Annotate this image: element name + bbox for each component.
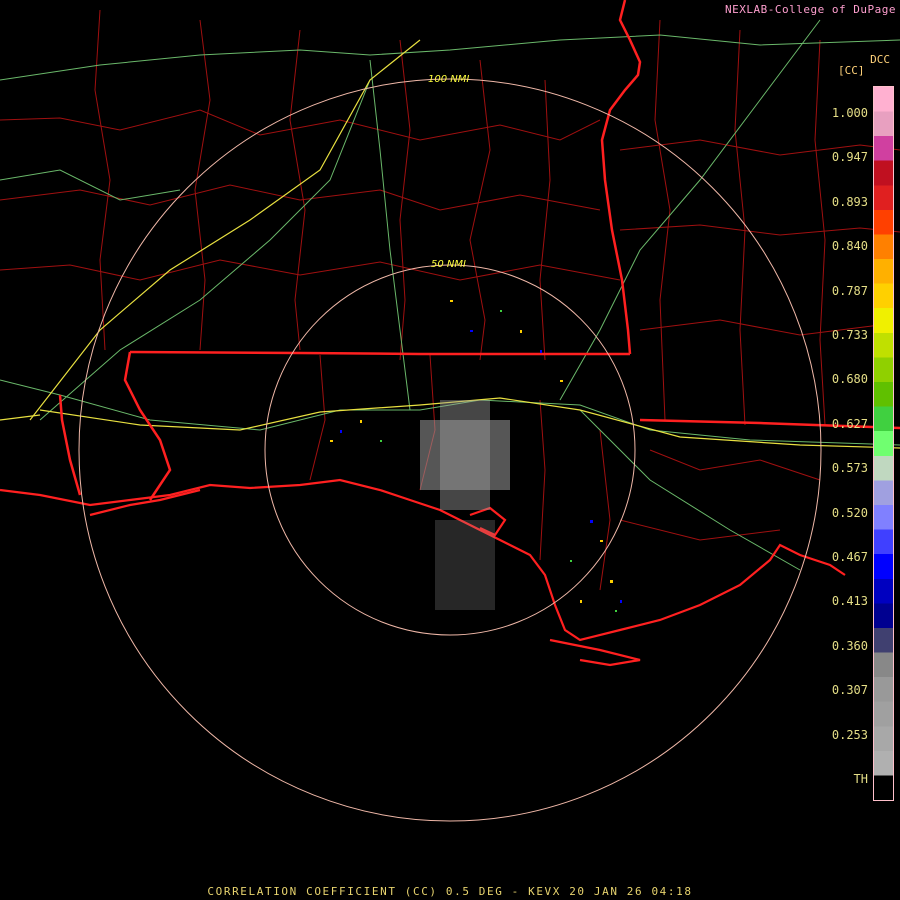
- credit-text: NEXLAB-College of DuPage: [725, 3, 896, 16]
- color-scale-label: 0.253: [831, 727, 868, 742]
- color-scale-label: 0.627: [831, 416, 868, 431]
- color-scale-label: 0.787: [831, 283, 868, 298]
- color-scale-label: 0.520: [831, 505, 868, 520]
- color-scale-label: 0.893: [831, 194, 868, 209]
- color-scale-label: 0.840: [831, 239, 868, 254]
- product-caption: CORRELATION COEFFICIENT (CC) 0.5 DEG - K…: [207, 885, 693, 898]
- color-scale-label: 0.307: [831, 683, 868, 698]
- color-scale-bar: [873, 86, 894, 801]
- color-scale-label: 0.413: [831, 594, 868, 609]
- color-scale-label: 0.573: [831, 461, 868, 476]
- color-scale-label: 0.360: [831, 638, 868, 653]
- color-scale-label: 0.947: [831, 150, 868, 165]
- color-scale-label: 0.733: [831, 328, 868, 342]
- range-label-50: 50 NMI: [431, 259, 466, 270]
- site-label: DCC: [870, 53, 890, 66]
- range-label-100: 100 NMI: [428, 74, 469, 85]
- color-scale-label: 1.000: [831, 106, 868, 120]
- color-scale-label: TH: [853, 772, 868, 786]
- color-scale-label: 0.680: [831, 372, 868, 387]
- color-scale-label: 0.467: [831, 550, 868, 564]
- unit-label: [CC]: [838, 64, 865, 77]
- radar-map: 100 NMI 50 NMI: [0, 0, 900, 900]
